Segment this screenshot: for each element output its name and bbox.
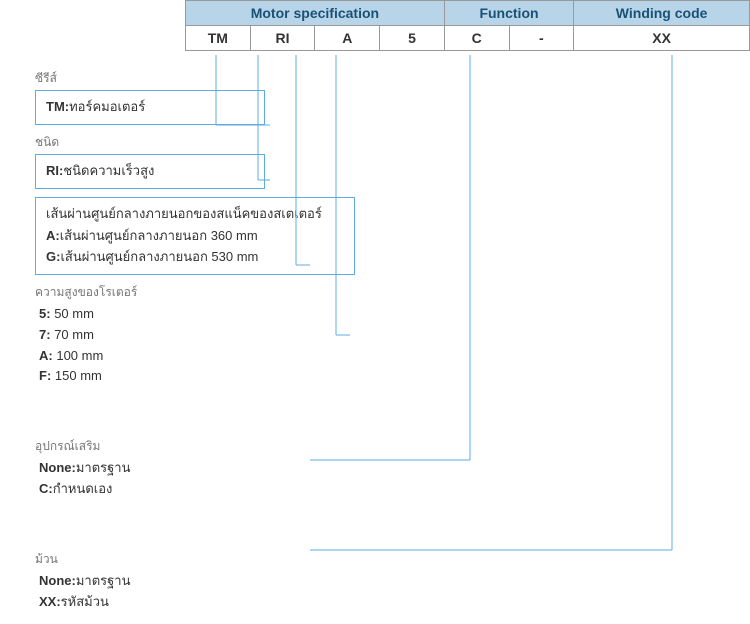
motor-spec-header: Motor specification (186, 1, 445, 26)
height-val-2: 100 mm (56, 348, 103, 363)
series-section: ซีรีส์ TM:ทอร์คมอเตอร์ (35, 69, 750, 125)
height-key-3: F: (39, 368, 51, 383)
path-val-0: เส้นผ่านศูนย์กลางภายนอก 360 mm (60, 228, 258, 243)
type-key-0: RI: (46, 163, 63, 178)
height-item-0: 5: 50 mm (39, 304, 750, 325)
type-label: ชนิด (35, 133, 750, 152)
path-item-1: G:เส้นผ่านศูนย์กลางภายนอก 530 mm (46, 247, 344, 268)
acc-val-0: มาตรฐาน (76, 460, 131, 475)
path-item-0: A:เส้นผ่านศูนย์กลางภายนอก 360 mm (46, 226, 344, 247)
series-key-0: TM: (46, 99, 69, 114)
path-box: เส้นผ่านศูนย์กลางภายนอกของสแน็คของสเตเตอ… (35, 197, 355, 275)
function-header: Function (444, 1, 573, 26)
acc-key-0: None: (39, 460, 76, 475)
acc-item-1: C:กำหนดเอง (39, 479, 750, 500)
header-table-wrapper: Motor specification Function Winding cod… (185, 0, 750, 51)
wind-item-0: None:มาตรฐาน (39, 571, 750, 592)
acc-item-0: None:มาตรฐาน (39, 458, 750, 479)
winding-label: ม้วน (35, 550, 750, 569)
height-key-2: A: (39, 348, 53, 363)
page-container: Motor specification Function Winding cod… (0, 0, 750, 624)
height-val-3: 150 mm (55, 368, 102, 383)
type-section: ชนิด RI:ชนิดความเร็วสูง (35, 133, 750, 189)
content-area: ซีรีส์ TM:ทอร์คมอเตอร์ ชนิด RI:ชนิดความเ… (0, 51, 750, 612)
path-title: เส้นผ่านศูนย์กลางภายนอกของสแน็คของสเตเตอ… (46, 204, 344, 225)
height-val-1: 70 mm (54, 327, 94, 342)
type-val-0: ชนิดความเร็วสูง (63, 163, 154, 178)
wind-key-0: None: (39, 573, 76, 588)
height-key-1: 7: (39, 327, 51, 342)
header-table: Motor specification Function Winding cod… (185, 0, 750, 51)
acc-val-1: กำหนดเอง (53, 481, 113, 496)
sub-c: C (444, 26, 509, 51)
height-item-2: A: 100 mm (39, 346, 750, 367)
height-section: ความสูงของโรเตอร์ 5: 50 mm 7: 70 mm A: 1… (35, 283, 750, 387)
sub-dash: - (509, 26, 574, 51)
series-box: TM:ทอร์คมอเตอร์ (35, 90, 265, 125)
sub-a: A (315, 26, 380, 51)
series-item-0: TM:ทอร์คมอเตอร์ (46, 97, 254, 118)
series-val-0: ทอร์คมอเตอร์ (69, 99, 145, 114)
path-section: เส้นผ่านศูนย์กลางภายนอกของสแน็คของสเตเตอ… (35, 197, 750, 275)
wind-key-1: XX: (39, 594, 61, 609)
winding-section: ม้วน None:มาตรฐาน XX:รหัสม้วน (35, 550, 750, 613)
height-val-0: 50 mm (54, 306, 94, 321)
height-item-1: 7: 70 mm (39, 325, 750, 346)
acc-key-1: C: (39, 481, 53, 496)
accessories-section: อุปกรณ์เสริม None:มาตรฐาน C:กำหนดเอง (35, 437, 750, 500)
series-label: ซีรีส์ (35, 69, 750, 88)
height-items: 5: 50 mm 7: 70 mm A: 100 mm F: 150 mm (39, 304, 750, 387)
sub-xx: XX (574, 26, 750, 51)
path-key-1: G: (46, 249, 60, 264)
accessories-label: อุปกรณ์เสริม (35, 437, 750, 456)
height-item-3: F: 150 mm (39, 366, 750, 387)
wind-item-1: XX:รหัสม้วน (39, 592, 750, 613)
type-item-0: RI:ชนิดความเร็วสูง (46, 161, 254, 182)
height-label: ความสูงของโรเตอร์ (35, 283, 750, 302)
type-box: RI:ชนิดความเร็วสูง (35, 154, 265, 189)
wind-val-1: รหัสม้วน (61, 594, 109, 609)
sub-ri: RI (250, 26, 315, 51)
sub-tm: TM (186, 26, 251, 51)
winding-items: None:มาตรฐาน XX:รหัสม้วน (39, 571, 750, 613)
path-val-1: เส้นผ่านศูนย์กลางภายนอก 530 mm (60, 249, 258, 264)
sub-five: 5 (380, 26, 445, 51)
wind-val-0: มาตรฐาน (76, 573, 131, 588)
winding-code-header: Winding code (574, 1, 750, 26)
accessories-items: None:มาตรฐาน C:กำหนดเอง (39, 458, 750, 500)
path-key-0: A: (46, 228, 60, 243)
height-key-0: 5: (39, 306, 51, 321)
